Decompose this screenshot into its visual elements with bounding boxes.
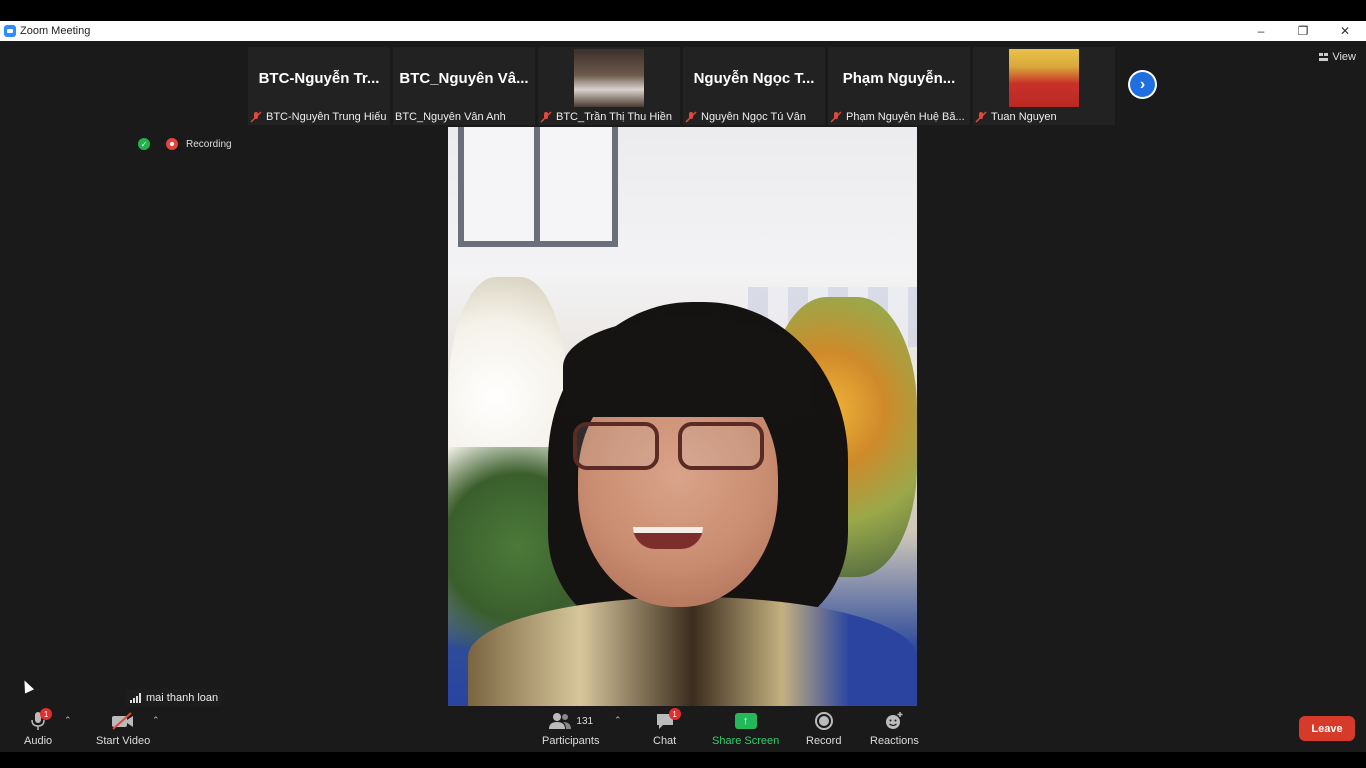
participant-name: Phạm Nguyễn Huệ Bă... [846, 111, 965, 123]
self-view-name-label: mai thanh loan [126, 689, 223, 707]
participant-tile[interactable]: Tuan Nguyen [973, 47, 1115, 125]
start-video-label: Start Video [96, 735, 151, 747]
participant-strip: BTC-Nguyễn Tr... BTC-Nguyễn Trung Hiếu B… [248, 47, 1118, 125]
participant-tile[interactable]: BTC_Nguyên Vâ... BTC_Nguyên Vân Anh [393, 47, 535, 125]
view-grid-icon [1319, 53, 1329, 61]
participant-count: 131 [576, 715, 594, 727]
speaker-bangs [563, 317, 813, 417]
mic-muted-icon [250, 111, 262, 123]
participant-name-label: BTC_Trần Thị Thu Hiền [540, 111, 672, 123]
chat-badge: 1 [668, 708, 681, 720]
share-screen-arrow-icon: ↑ [734, 713, 757, 729]
mic-muted-icon [830, 111, 842, 123]
view-button-label: View [1332, 51, 1356, 63]
participant-name-label: BTC-Nguyễn Trung Hiếu [250, 111, 386, 123]
participant-name-label: Tuan Nguyen [975, 111, 1057, 123]
participant-video-thumbnail [1009, 49, 1079, 107]
start-video-button[interactable]: Start Video [96, 710, 150, 747]
recording-indicator-icon [166, 138, 178, 150]
mic-muted-icon [540, 111, 552, 123]
window-title: Zoom Meeting [20, 25, 91, 37]
zoom-logo-icon [4, 25, 16, 37]
self-name: mai thanh loan [146, 692, 219, 704]
encryption-shield-icon[interactable]: ✓ [138, 138, 150, 150]
participant-tile[interactable]: Phạm Nguyễn... Phạm Nguyễn Huệ Bă... [828, 47, 970, 125]
participants-button[interactable]: 131 Participants [542, 710, 599, 747]
mouse-cursor-icon [19, 678, 35, 694]
participant-name-label: BTC_Nguyên Vân Anh [395, 111, 506, 123]
participant-name: BTC_Nguyên Vân Anh [395, 111, 506, 123]
close-button[interactable]: ✕ [1324, 21, 1366, 41]
speaker-shirt [468, 597, 917, 706]
view-button[interactable]: View [1319, 51, 1356, 63]
participant-name-label: Phạm Nguyễn Huệ Bă... [830, 111, 965, 123]
audio-options-caret-icon[interactable]: ⌃ [64, 715, 72, 726]
participant-name-label: Nguyễn Ngọc Tú Vân [685, 111, 806, 123]
audio-badge: 1 [40, 708, 53, 720]
reactions-button[interactable]: Reactions [870, 710, 919, 747]
share-screen-label: Share Screen [712, 735, 780, 747]
participants-label: Participants [542, 735, 600, 747]
active-speaker-video [448, 127, 917, 706]
record-button[interactable]: Record [806, 710, 841, 747]
audio-label: Audio [24, 735, 53, 747]
speaker-mouth [633, 527, 703, 549]
participant-display-name: Phạm Nguyễn... [842, 70, 956, 87]
smiley-plus-icon [886, 712, 903, 729]
mic-muted-icon [685, 111, 697, 123]
recording-label: Recording [186, 138, 232, 150]
window-title-bar: Zoom Meeting – ❐ ✕ [0, 21, 1366, 41]
share-screen-button[interactable]: ↑ Share Screen [712, 710, 779, 747]
participant-name: Nguyễn Ngọc Tú Vân [701, 111, 806, 123]
restore-button[interactable]: ❐ [1282, 21, 1324, 41]
speaker-glasses [573, 422, 768, 474]
record-icon [814, 712, 833, 730]
chat-button[interactable]: 1 Chat [653, 708, 681, 747]
video-background-window [458, 127, 618, 247]
participant-tile[interactable]: Nguyễn Ngọc T... Nguyễn Ngọc Tú Vân [683, 47, 825, 125]
participant-display-name: Nguyễn Ngọc T... [693, 70, 815, 87]
participant-tile[interactable]: BTC_Trần Thị Thu Hiền [538, 47, 680, 125]
participants-options-caret-icon[interactable]: ⌃ [614, 715, 622, 726]
participant-display-name: BTC_Nguyên Vâ... [399, 70, 529, 87]
chevron-right-icon: › [1130, 72, 1155, 97]
participant-video-thumbnail [574, 49, 644, 107]
chat-label: Chat [653, 735, 677, 747]
participant-name: BTC_Trần Thị Thu Hiền [556, 111, 672, 123]
meeting-status: ✓ Recording [138, 138, 232, 150]
participant-name: Tuan Nguyen [991, 111, 1057, 123]
video-options-caret-icon[interactable]: ⌃ [152, 715, 160, 726]
mic-muted-icon [975, 111, 987, 123]
leave-button[interactable]: Leave [1299, 716, 1355, 741]
audio-button[interactable]: 1 Audio [24, 708, 53, 747]
video-off-icon [112, 712, 134, 730]
participant-name: BTC-Nguyễn Trung Hiếu [266, 111, 387, 123]
meeting-toolbar: 1 Audio ⌃ Start Video ⌃ 131 Participants… [0, 706, 1366, 752]
participant-tile[interactable]: BTC-Nguyễn Tr... BTC-Nguyễn Trung Hiếu [248, 47, 390, 125]
reactions-label: Reactions [870, 735, 919, 747]
participant-display-name: BTC-Nguyễn Tr... [258, 70, 380, 87]
window-controls: – ❐ ✕ [1240, 21, 1366, 41]
signal-strength-icon [130, 693, 142, 703]
next-page-button[interactable]: › [1128, 70, 1157, 99]
record-label: Record [806, 735, 842, 747]
screen-bottom-border [0, 752, 1366, 768]
meeting-area: BTC-Nguyễn Tr... BTC-Nguyễn Trung Hiếu B… [0, 41, 1366, 752]
screen-top-border [0, 0, 1366, 21]
participants-icon [549, 713, 572, 729]
minimize-button[interactable]: – [1240, 21, 1282, 41]
